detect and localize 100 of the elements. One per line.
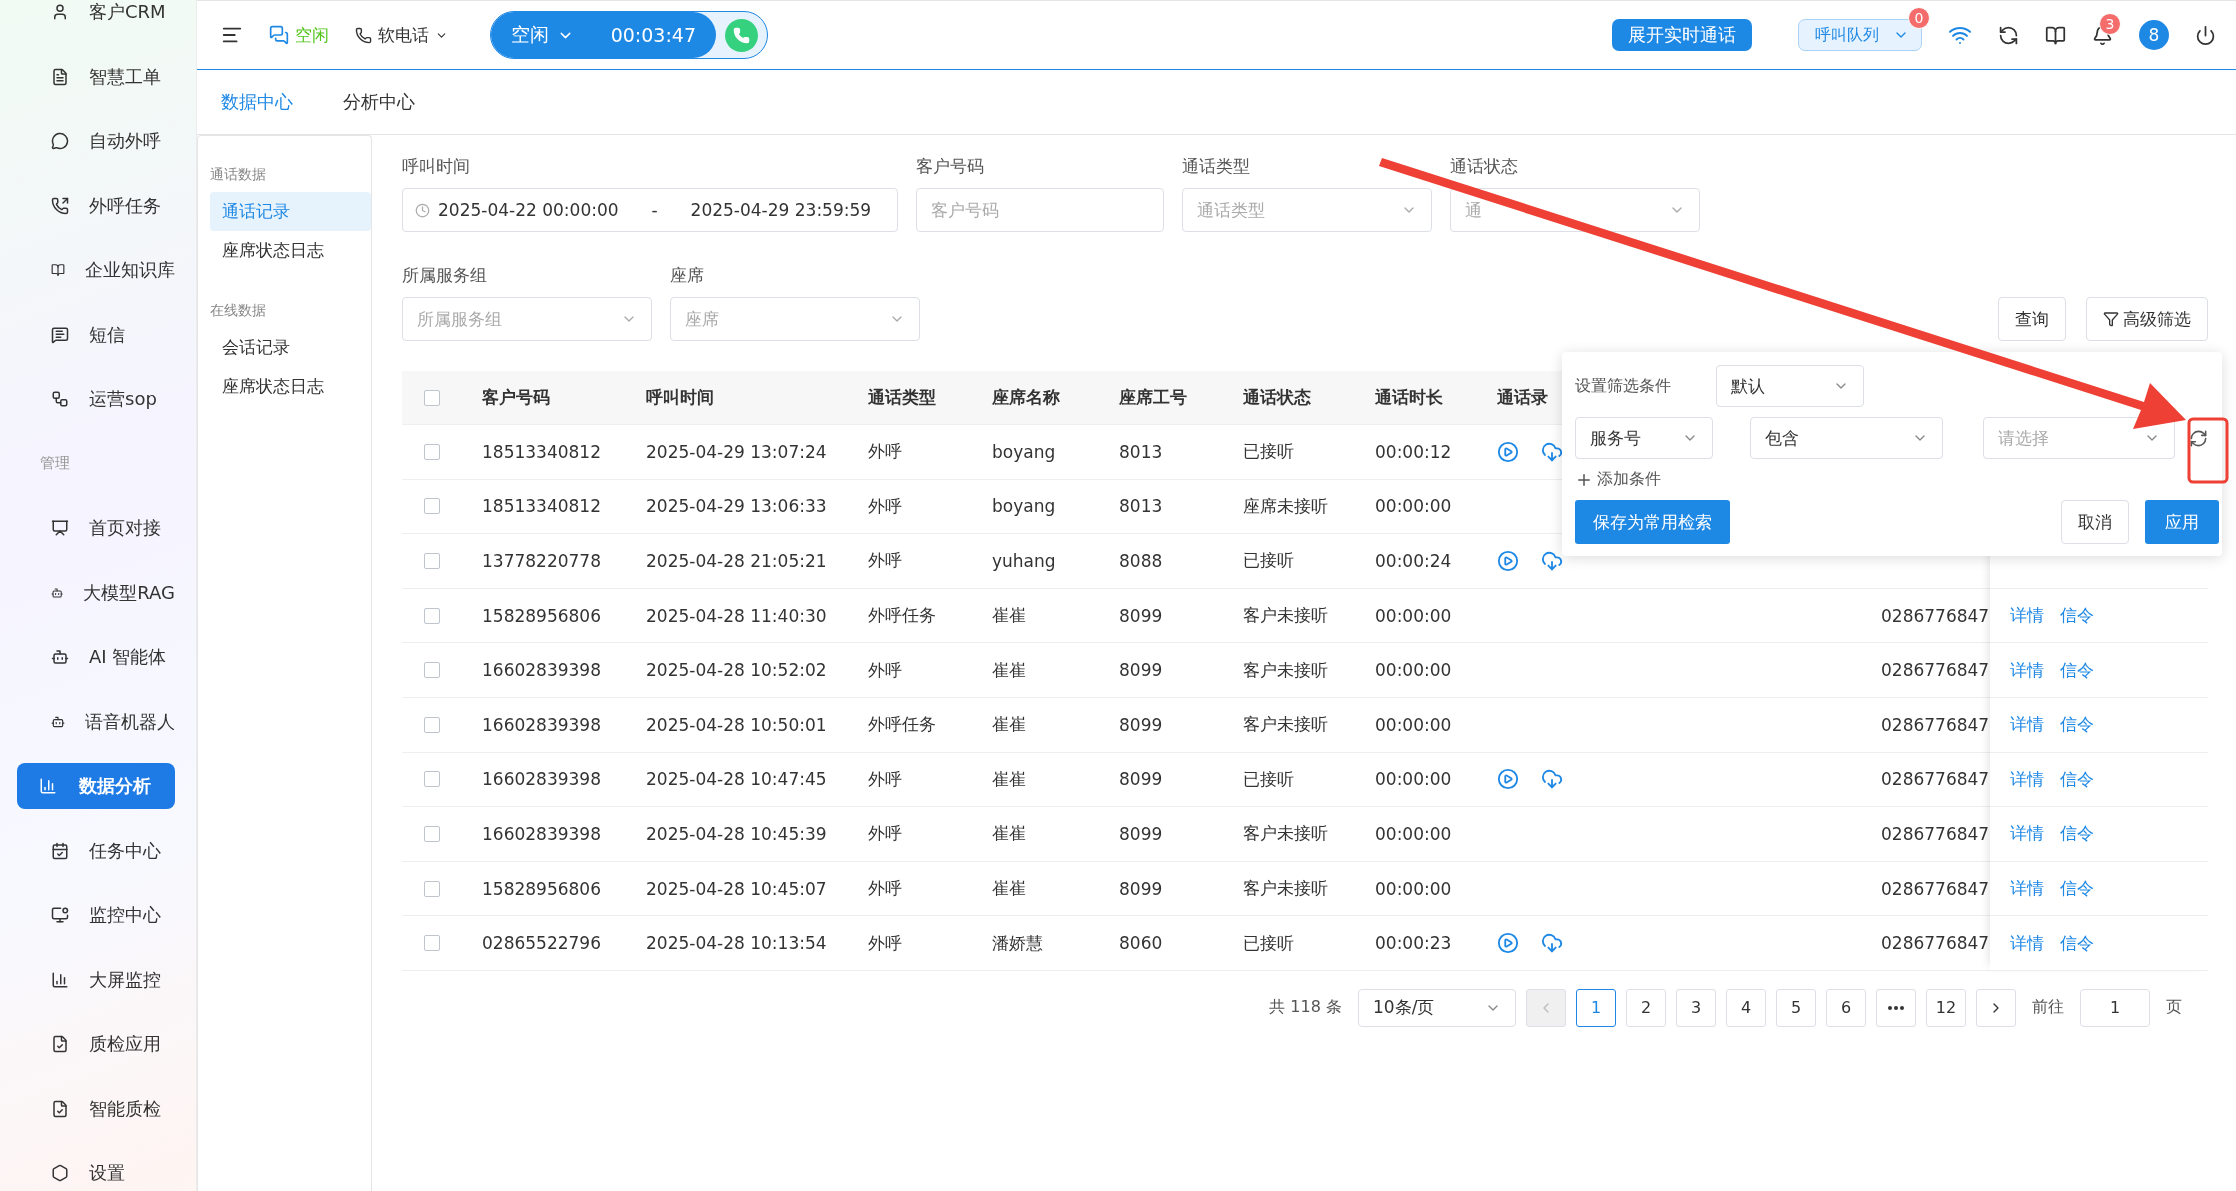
table-cell-text: 潘娇慧 bbox=[992, 931, 1044, 955]
table-cell-text: 客户未接听 bbox=[1243, 658, 1329, 682]
table-cell-text: 00:00:24 bbox=[1375, 551, 1453, 571]
field-label: 客户号码 bbox=[916, 155, 985, 178]
sidebar-item[interactable]: 智慧工单 bbox=[17, 53, 175, 100]
search-button[interactable]: 查询 bbox=[1998, 297, 2066, 341]
section-label: 管理 bbox=[40, 454, 70, 474]
action-link[interactable]: 信令 bbox=[2060, 877, 2094, 901]
sidebar-item[interactable]: 外呼任务 bbox=[17, 182, 175, 229]
action-link[interactable]: 信令 bbox=[2060, 822, 2094, 846]
action-link[interactable]: 详情 bbox=[2010, 767, 2044, 791]
table-cell-text: 崔崔 bbox=[992, 822, 1027, 846]
action-link[interactable]: 详情 bbox=[2010, 658, 2044, 682]
sidebar-item[interactable]: 大模型RAG bbox=[17, 569, 175, 616]
tab[interactable]: 分析中心 bbox=[343, 90, 415, 114]
table-cell-text: 00:00:00 bbox=[1375, 769, 1453, 790]
table-cell-text: 8099 bbox=[1119, 769, 1164, 790]
table-cell-text: 已接听 bbox=[1243, 767, 1295, 791]
page-button[interactable]: 5 bbox=[1776, 988, 1816, 1027]
table-cell-text: 2025-04-28 10:47:45 bbox=[646, 769, 828, 790]
table-cell-text: 8099 bbox=[1119, 823, 1164, 844]
action-link[interactable]: 信令 bbox=[2060, 658, 2094, 682]
table-cell-text: boyang bbox=[992, 441, 1057, 462]
sidebar-item[interactable]: 客户CRM bbox=[17, 0, 175, 36]
page-button[interactable]: 4 bbox=[1726, 988, 1766, 1027]
sub-nav-item[interactable]: 会话记录 bbox=[210, 328, 371, 367]
sidebar-item[interactable]: 质检应用 bbox=[17, 1021, 175, 1068]
preset-select[interactable]: 默认 bbox=[1716, 365, 1864, 407]
sidebar-item[interactable]: 企业知识库 bbox=[17, 247, 175, 294]
column-header: 座席工号 bbox=[1119, 386, 1187, 409]
field-label: 呼叫时间 bbox=[402, 155, 471, 178]
group-label: 在线数据 bbox=[210, 302, 266, 318]
column-header: 座席名称 bbox=[992, 386, 1060, 409]
table-cell-text: 0286776847 bbox=[1880, 605, 1990, 626]
sidebar-item[interactable]: 首页对接 bbox=[17, 505, 175, 552]
table-cell-text: 客户未接听 bbox=[1243, 877, 1329, 901]
field-label: 通话状态 bbox=[1450, 155, 1519, 178]
table-cell-text: 8099 bbox=[1119, 660, 1164, 681]
column-header: 通话类型 bbox=[868, 386, 936, 409]
table-cell-text: 2025-04-28 21:05:21 bbox=[646, 551, 828, 571]
column-header: 呼叫时间 bbox=[646, 386, 714, 409]
tab[interactable]: 数据中心 bbox=[221, 90, 293, 114]
advanced-filter-button[interactable]: 高级筛选 bbox=[2086, 297, 2208, 341]
sidebar-item[interactable]: 监控中心 bbox=[17, 892, 175, 939]
table-cell-text: 座席未接听 bbox=[1243, 494, 1329, 518]
save-search-button[interactable]: 保存为常用检索 bbox=[1575, 500, 1730, 544]
action-link[interactable]: 信令 bbox=[2060, 767, 2094, 791]
sub-nav-item[interactable]: 座席状态日志 bbox=[210, 367, 371, 406]
page-suffix: 页 bbox=[2166, 997, 2182, 1019]
user-avatar[interactable]: 8 bbox=[2139, 20, 2169, 50]
table-cell-text: 00:00:00 bbox=[1375, 496, 1453, 517]
status-select[interactable]: 空闲 bbox=[511, 22, 574, 48]
table-cell-text: 0286776847 bbox=[1880, 823, 1990, 844]
action-link[interactable]: 详情 bbox=[2010, 877, 2044, 901]
sidebar-item[interactable]: 智能质检 bbox=[17, 1085, 175, 1132]
softphone-menu[interactable]: 软电话 bbox=[355, 23, 448, 47]
table-cell-text: 2025-04-28 11:40:30 bbox=[646, 605, 828, 626]
action-link[interactable]: 信令 bbox=[2060, 931, 2094, 955]
action-link[interactable]: 详情 bbox=[2010, 822, 2044, 846]
operator-select[interactable]: 包含 bbox=[1750, 417, 1943, 459]
table-cell-text: 0286776847 bbox=[1880, 933, 1990, 954]
action-link[interactable]: 详情 bbox=[2010, 713, 2044, 737]
cancel-button[interactable]: 取消 bbox=[2061, 500, 2129, 544]
table-cell-text: 0286776847 bbox=[1880, 878, 1990, 899]
table-cell-text: 02865522796 bbox=[482, 933, 602, 954]
add-condition-button[interactable]: 添加条件 bbox=[1575, 469, 1661, 490]
page-size-select[interactable]: 10条/页 bbox=[1358, 988, 1516, 1027]
apply-button[interactable]: 应用 bbox=[2145, 500, 2219, 544]
date-range-field[interactable]: 2025-04-22 00:00:00 - 2025-04-29 23:59:59 bbox=[402, 188, 898, 232]
sidebar-item[interactable]: 设置 bbox=[17, 1150, 175, 1191]
table-cell-text: 00:00:00 bbox=[1375, 660, 1453, 681]
field-label: 设置筛选条件 bbox=[1575, 375, 1672, 397]
field-select[interactable]: 服务号 bbox=[1575, 417, 1713, 459]
table-cell-text: 已接听 bbox=[1243, 931, 1295, 955]
sidebar-item[interactable]: 数据分析 bbox=[17, 763, 175, 810]
table-cell-text: 2025-04-29 13:06:33 bbox=[646, 496, 828, 517]
page-button[interactable]: 1 bbox=[1576, 988, 1616, 1027]
action-link[interactable]: 信令 bbox=[2060, 604, 2094, 628]
page-button[interactable]: 2 bbox=[1626, 988, 1666, 1027]
sidebar-item[interactable]: 运营sop bbox=[17, 376, 175, 423]
page-button[interactable]: 6 bbox=[1826, 988, 1866, 1027]
sidebar-item[interactable]: 短信 bbox=[17, 311, 175, 358]
page-input[interactable]: 1 bbox=[2080, 988, 2150, 1027]
page-button[interactable]: 3 bbox=[1676, 988, 1716, 1027]
sub-nav-item[interactable]: 座席状态日志 bbox=[210, 231, 371, 270]
table-cell-text: 18513340812 bbox=[482, 496, 602, 517]
table-cell-text: 外呼 bbox=[868, 767, 903, 791]
realtime-call-button[interactable]: 展开实时通话 bbox=[1612, 19, 1752, 51]
sidebar-item[interactable]: 大屏监控 bbox=[17, 956, 175, 1003]
action-link[interactable]: 详情 bbox=[2010, 931, 2044, 955]
sidebar-item[interactable]: 自动外呼 bbox=[17, 118, 175, 165]
table-cell-text: 16602839398 bbox=[482, 769, 602, 790]
table-cell-text: 外呼 bbox=[868, 822, 903, 846]
sidebar-item[interactable]: 语音机器人 bbox=[17, 698, 175, 745]
page-button[interactable]: 12 bbox=[1926, 988, 1966, 1027]
sidebar-item[interactable]: 任务中心 bbox=[17, 827, 175, 874]
action-link[interactable]: 详情 bbox=[2010, 604, 2044, 628]
table-cell-text: 外呼 bbox=[868, 658, 903, 682]
sidebar-item[interactable]: AI 智能体 bbox=[17, 634, 175, 681]
action-link[interactable]: 信令 bbox=[2060, 713, 2094, 737]
